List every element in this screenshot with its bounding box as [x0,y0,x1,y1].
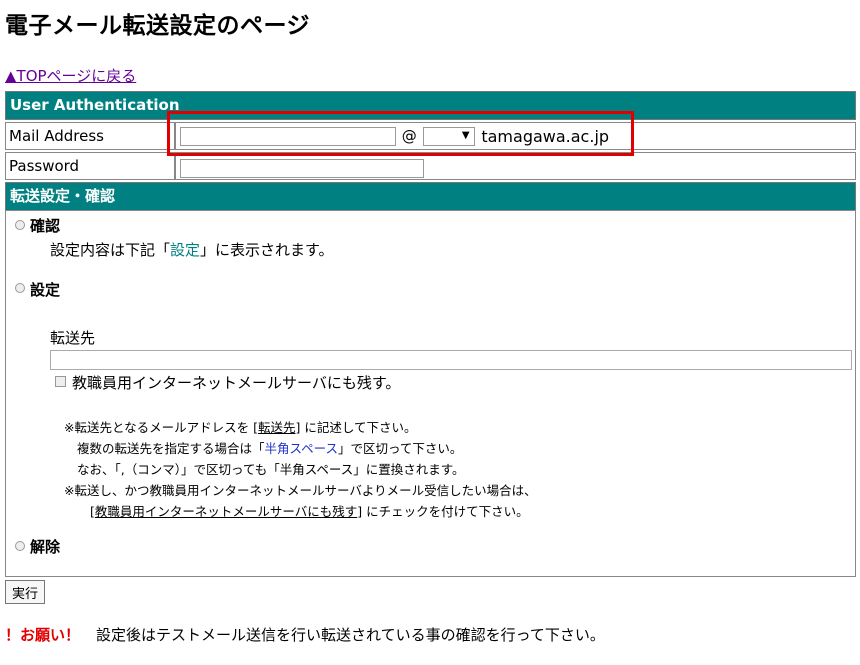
note-destination-link: 転送先 [257,420,296,435]
domain-suffix: tamagawa.ac.jp [481,126,610,146]
cancel-radio[interactable] [15,541,25,551]
confirm-desc-before: 設定内容は下記「 [50,241,171,259]
domain-select[interactable]: ▼ [422,126,475,146]
note-line-2-b: 」で区切って下さい。 [338,441,463,456]
mail-address-label: Mail Address [5,122,175,150]
note-line-1-b: ] に記述して下さい。 [295,420,417,435]
note-line-1: ※転送先となるメールアドレスを [転送先] に記述して下さい。 [64,417,537,438]
note-keep-copy-link: 教職員用インターネットメールサーバにも残す [94,504,358,519]
mail-address-cell: @ ▼ tamagawa.ac.jp [175,122,856,150]
run-button[interactable]: 実行 [5,580,46,604]
password-cell [175,152,856,180]
page-title: 電子メール転送設定のページ [5,13,311,39]
note-line-2-a: 複数の転送先を指定する場合は「 [77,441,265,456]
note-line-1-a: ※転送先となるメールアドレスを [ [64,420,258,435]
form-table: User Authentication Mail Address @ ▼ tam… [5,89,856,213]
destination-input[interactable] [50,350,852,370]
note-half-space: 半角スペース [264,441,339,456]
forwarding-options: 確認 設定内容は下記「設定」に表示されます。 設定 転送先 教職員用インターネッ… [5,210,856,577]
confirm-desc-after: 」に表示されます。 [200,241,334,259]
dropdown-arrow-icon: ▼ [461,129,470,141]
note-line-4: ※転送し、かつ教職員用インターネットメールサーバよりメール受信したい場合は、 [64,483,537,498]
keep-copy-checkbox[interactable] [55,376,66,387]
destination-label: 転送先 [50,329,96,347]
top-page-link[interactable]: ▲TOPページに戻る [5,65,136,86]
forwarding-settings-header: 転送設定・確認 [5,182,856,211]
password-label: Password [5,152,175,180]
note-line-5: [教職員用インターネットメールサーバにも残す] にチェックを付けて下さい。 [64,501,537,522]
notes: ※転送先となるメールアドレスを [転送先] に記述して下さい。 複数の転送先を指… [64,417,537,522]
request-label: ！お願い！ [5,626,81,644]
footer-note: ！お願い！ 設定後はテストメール送信を行い転送されている事の確認を行って下さい。 [5,624,605,645]
user-authentication-header: User Authentication [5,91,856,120]
setting-radio[interactable] [15,283,25,293]
note-line-3: なお、「,（コンマ）」で区切っても「半角スペース」に置換されます。 [77,462,465,477]
cancel-label: 解除 [30,538,61,556]
at-sign: @ [401,127,417,145]
note-line-5-b: ] にチェックを付けて下さい。 [357,504,529,519]
confirm-desc-link: 設定 [170,241,201,259]
setting-label: 設定 [30,281,61,299]
confirm-radio[interactable] [15,220,25,230]
confirm-description: 設定内容は下記「設定」に表示されます。 [50,239,334,260]
password-input[interactable] [180,158,424,178]
note-line-2: 複数の転送先を指定する場合は「半角スペース」で区切って下さい。 [64,438,537,459]
confirm-label: 確認 [30,217,61,235]
mail-user-input[interactable] [180,126,396,146]
keep-copy-label: 教職員用インターネットメールサーバにも残す。 [72,374,401,392]
footer-text: 設定後はテストメール送信を行い転送されている事の確認を行って下さい。 [96,626,605,644]
